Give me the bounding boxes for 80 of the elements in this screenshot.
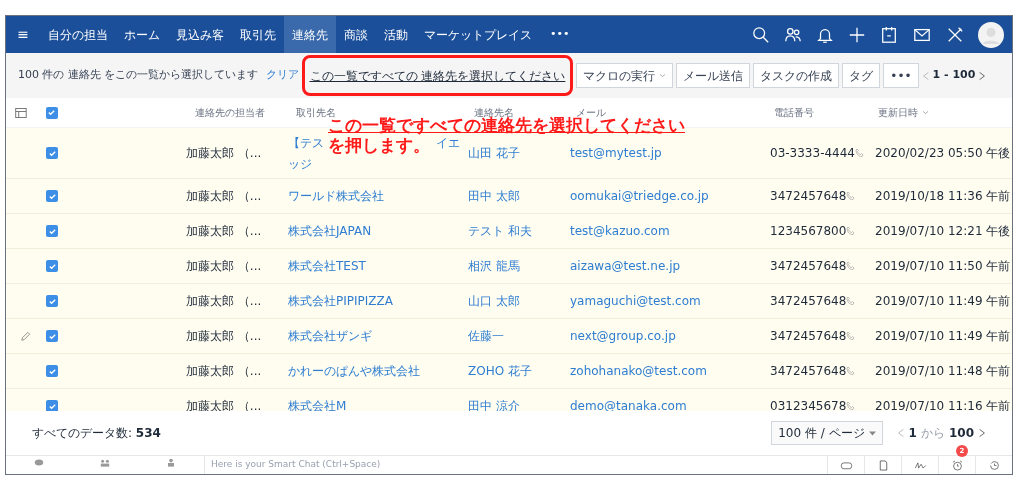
toolbar-button[interactable]: タスクの作成: [753, 63, 840, 88]
column-header: 連絡先の担当者: [194, 106, 265, 120]
menu-button[interactable]: ≡: [6, 24, 40, 45]
nav-tab[interactable]: 商談: [336, 16, 376, 53]
contact-link[interactable]: 佐藤一: [468, 329, 504, 343]
updated-cell: 2019/07/10 12:21 午後: [875, 224, 1011, 238]
company-link[interactable]: ッジ: [288, 154, 312, 173]
phone-cell-text: 3472457648: [770, 258, 847, 275]
contact-link[interactable]: 田中 涼介: [468, 399, 520, 411]
company-link[interactable]: ワールド株式会社: [288, 189, 384, 203]
phone-cell-text: 1234567800: [770, 223, 847, 240]
toolbar-button[interactable]: タグ: [842, 63, 881, 88]
column-header: 更新日時: [878, 106, 919, 120]
contact-link[interactable]: 相沢 龍馬: [468, 259, 520, 273]
updated-cell: 2019/07/10 11:49 午前: [875, 294, 1011, 308]
email-link[interactable]: test@kazuo.com: [570, 224, 670, 238]
phone-cell-text: 0312345678: [770, 398, 847, 411]
clear-link[interactable]: クリア: [265, 67, 299, 84]
company-link[interactable]: 株式会社TEST: [288, 259, 366, 273]
nav-tab[interactable]: ホーム: [116, 16, 168, 53]
toolbar-button[interactable]: •••: [883, 63, 919, 88]
nav-tab[interactable]: マーケットプレイス: [416, 16, 540, 53]
phone-cell-text: 3472457648: [770, 188, 847, 205]
select-all-link[interactable]: この一覧ですべての 連絡先を選択してください: [309, 66, 566, 85]
updated-cell: 2019/07/10 11:50 午前: [875, 259, 1011, 273]
updated-cell: 2019/07/10 11:49 午前: [875, 329, 1011, 343]
company-link[interactable]: 【テス: [288, 133, 324, 152]
contact-link[interactable]: テスト 和夫: [468, 224, 532, 238]
owner-cell: 加藤太郎 （...: [186, 224, 262, 238]
nav-tab[interactable]: 活動: [376, 16, 416, 53]
owner-cell: 加藤太郎 （...: [186, 329, 262, 343]
toolbar-button[interactable]: メール送信: [676, 63, 751, 88]
company-link[interactable]: イエ: [436, 133, 460, 152]
selection-message: 100 件の 連絡先 をこの一覧から選択しています: [18, 67, 259, 84]
total-count: すべてのデータ数: 534: [32, 425, 161, 442]
updated-cell: 2019/07/10 11:48 午前: [875, 364, 1011, 378]
email-link[interactable]: next@group.co.jp: [570, 329, 676, 343]
contact-link[interactable]: ZOHO 花子: [468, 364, 532, 378]
annotation-text: を押します。: [328, 135, 430, 155]
company-link[interactable]: 株式会社JAPAN: [288, 224, 372, 238]
nav-tab[interactable]: 自分の担当: [40, 16, 116, 53]
nav-tab[interactable]: 連絡先: [284, 16, 336, 53]
owner-cell: 加藤太郎 （...: [186, 294, 262, 308]
phone-cell-text: 03-3333-4444: [770, 145, 855, 162]
phone-cell-text: 3472457648: [770, 293, 847, 310]
page-range: 1 - 100: [932, 67, 976, 84]
contact-link[interactable]: 山口 太郎: [468, 294, 520, 308]
toolbar-button[interactable]: マクロの実行: [576, 63, 674, 88]
updated-cell: 2019/07/10 11:16 午前: [875, 399, 1011, 411]
per-page-select[interactable]: 100 件 / ページ: [771, 421, 883, 445]
chat-input[interactable]: Here is your Smart Chat (Ctrl+Space): [204, 456, 827, 474]
more-button[interactable]: •••: [540, 26, 580, 43]
owner-cell: 加藤太郎 （...: [186, 146, 262, 160]
email-link[interactable]: oomukai@triedge.co.jp: [570, 189, 709, 203]
nav-tab[interactable]: 取引先: [232, 16, 284, 53]
updated-cell: 2019/10/18 11:36 午前: [875, 189, 1011, 203]
updated-cell: 2020/02/23 05:50 午後: [875, 146, 1011, 160]
contact-link[interactable]: 山田 花子: [468, 146, 520, 160]
company-link[interactable]: 株式会社PIPIPIZZA: [288, 294, 393, 308]
company-link[interactable]: 株式会社ザンギ: [288, 329, 372, 343]
email-link[interactable]: zohohanako@test.com: [570, 364, 707, 378]
phone-cell-text: 3472457648: [770, 328, 847, 345]
company-link[interactable]: 株式会社M: [288, 399, 347, 411]
phone-cell-text: 3472457648: [770, 363, 847, 380]
page-separator: から: [920, 425, 945, 442]
owner-cell: 加藤太郎 （...: [186, 259, 262, 273]
nav-tab[interactable]: 見込み客: [168, 16, 232, 53]
contact-link[interactable]: 田中 太郎: [468, 189, 520, 203]
column-header: 取引先名: [295, 106, 336, 119]
owner-cell: 加藤太郎 （...: [186, 189, 262, 203]
email-link[interactable]: yamaguchi@test.com: [570, 294, 701, 308]
column-header: 電話番号: [773, 106, 814, 120]
email-link[interactable]: test@mytest.jp: [570, 146, 662, 160]
company-link[interactable]: かれーのぱんや株式会社: [288, 364, 420, 378]
column-header: メール: [575, 106, 606, 118]
email-link[interactable]: aizawa@test.ne.jp: [570, 259, 681, 273]
page-from: 1: [908, 425, 917, 442]
page-to: 100: [948, 425, 974, 442]
owner-cell: 加藤太郎 （...: [186, 364, 262, 378]
column-header: 連絡先名: [474, 106, 515, 118]
